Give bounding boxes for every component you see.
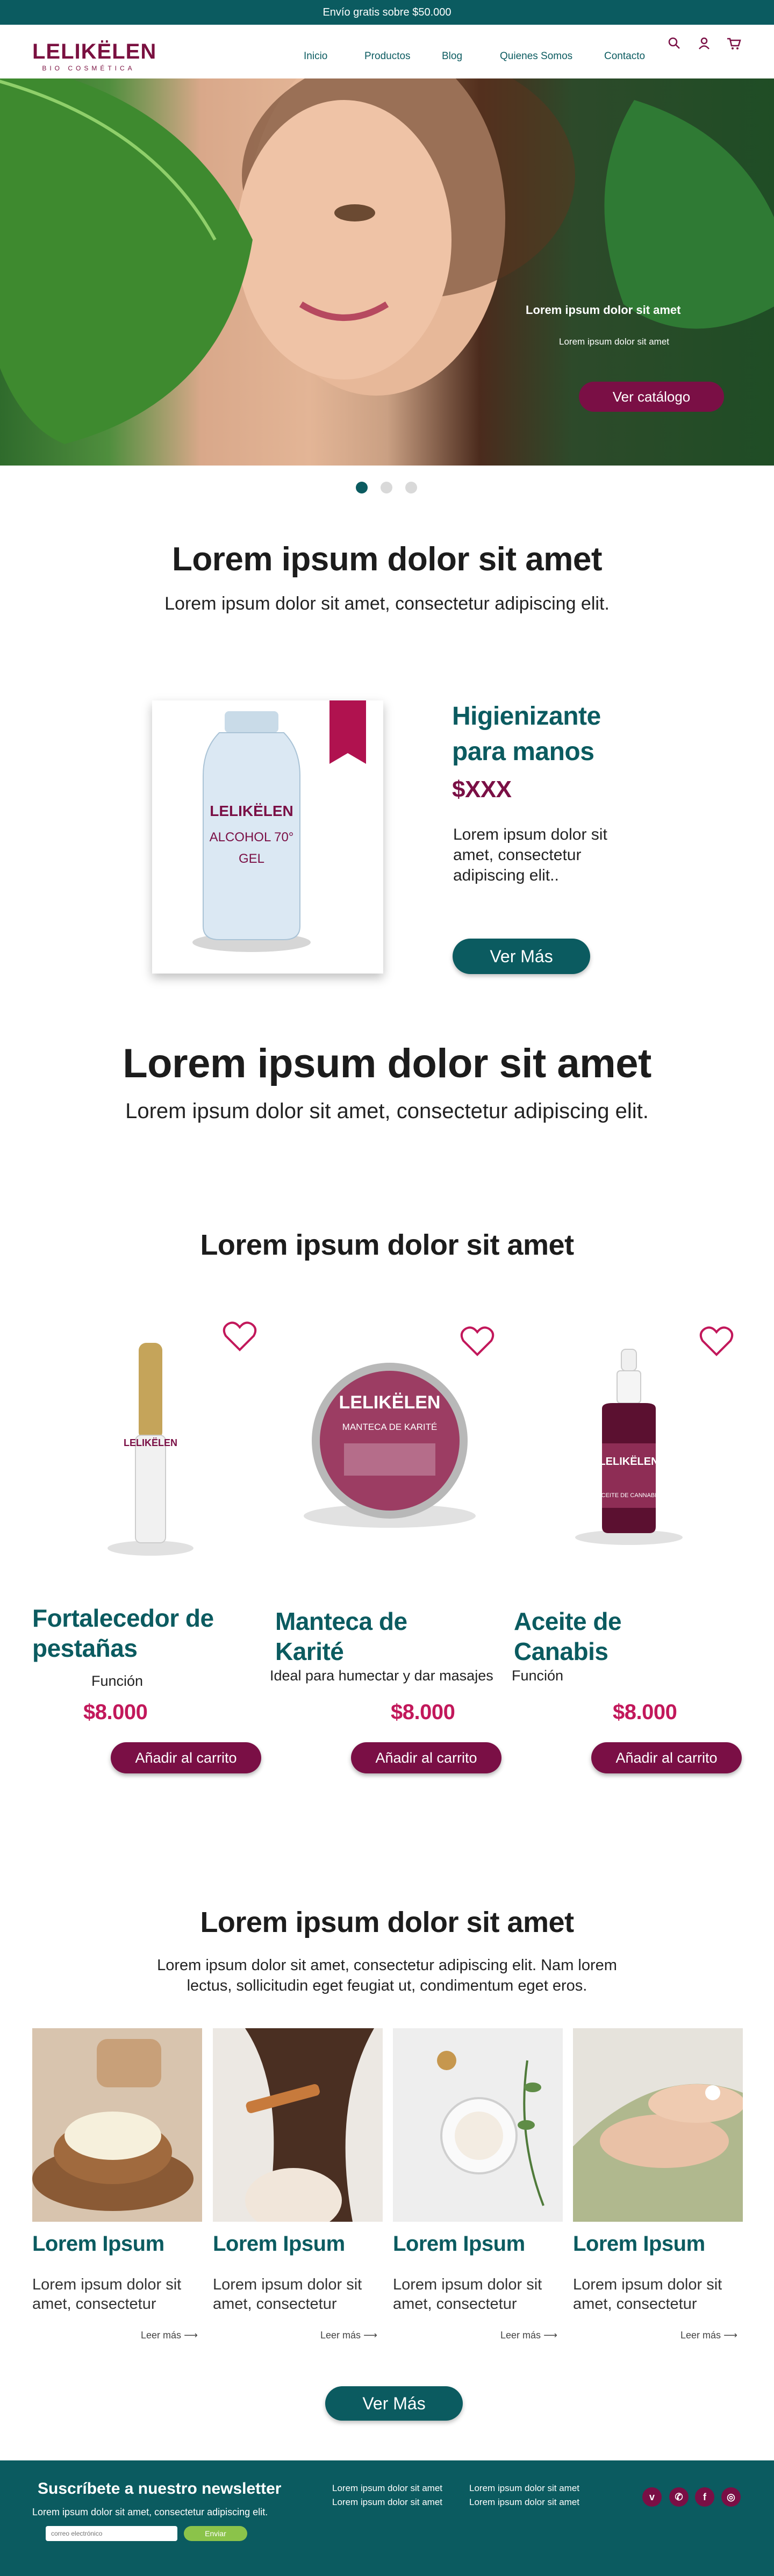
blog-post-title[interactable]: Lorem Ipsum bbox=[213, 2232, 345, 2256]
catalog-button[interactable]: Ver catálogo bbox=[579, 382, 724, 412]
read-more-link[interactable]: Leer más ⟶ bbox=[141, 2330, 198, 2341]
favorite-heart-icon[interactable] bbox=[460, 1326, 494, 1357]
shipping-text: Envío gratis sobre $50.000 bbox=[322, 6, 452, 18]
add-to-cart-button[interactable]: Añadir al carrito bbox=[351, 1742, 501, 1773]
products-title: Lorem ipsum dolor sit amet bbox=[200, 1229, 574, 1261]
footer-link[interactable]: Lorem ipsum dolor sit amet bbox=[332, 2497, 442, 2508]
product-label-lash: LELIKËLEN bbox=[124, 1437, 177, 1448]
footer-link[interactable]: Lorem ipsum dolor sit amet bbox=[332, 2483, 442, 2494]
logo[interactable]: LELIKËLEN BIO COSMÉTICA bbox=[32, 40, 157, 73]
product-desc: Ideal para humectar y dar masajes bbox=[270, 1668, 493, 1684]
favorite-heart-icon[interactable] bbox=[699, 1326, 734, 1357]
site-header: LELIKËLEN BIO COSMÉTICA Inicio Productos… bbox=[0, 25, 774, 78]
featured-more-button[interactable]: Ver Más bbox=[453, 939, 590, 974]
favorite-heart-icon[interactable] bbox=[223, 1321, 257, 1352]
product-price: $8.000 bbox=[613, 1700, 677, 1724]
site-footer: Suscríbete a nuestro newsletter Lorem ip… bbox=[0, 2460, 774, 2576]
shipping-banner: Envío gratis sobre $50.000 bbox=[0, 0, 774, 25]
blog-more-button[interactable]: Ver Más bbox=[325, 2386, 463, 2421]
search-icon[interactable] bbox=[666, 35, 683, 52]
blog-post-desc: Lorem ipsum dolor sit amet, consectetur bbox=[573, 2276, 722, 2313]
add-to-cart-button[interactable]: Añadir al carrito bbox=[111, 1742, 261, 1773]
section-text: Lorem ipsum dolor sit amet, consectetur … bbox=[125, 1099, 649, 1123]
read-more-link[interactable]: Leer más ⟶ bbox=[680, 2330, 737, 2341]
blog-post-desc: Lorem ipsum dolor sit amet, consectetur bbox=[213, 2276, 362, 2313]
hero-banner: Lorem ipsum dolor sit amet Lorem ipsum d… bbox=[0, 78, 774, 466]
product-title: Fortalecedor de pestañas bbox=[32, 1604, 214, 1662]
blog-image[interactable] bbox=[573, 2028, 743, 2222]
intro-title: Lorem ipsum dolor sit amet bbox=[171, 541, 603, 578]
newsletter-subtitle: Lorem ipsum dolor sit amet, consectetur … bbox=[32, 2507, 268, 2517]
newsletter-title: Suscríbete a nuestro newsletter bbox=[38, 2480, 282, 2498]
product-title: Manteca de Karité bbox=[275, 1607, 407, 1665]
add-to-cart-button[interactable]: Añadir al carrito bbox=[591, 1742, 742, 1773]
product-image-oil[interactable]: LELIKËLEN ACEITE DE CANNABIS bbox=[570, 1344, 688, 1548]
blog-text: Lorem ipsum dolor sit amet, consectetur … bbox=[157, 1957, 617, 1994]
hero-subtitle: Lorem ipsum dolor sit amet bbox=[559, 337, 670, 347]
product-label-shea-sub: MANTECA DE KARITÉ bbox=[342, 1422, 438, 1432]
intro-text: Lorem ipsum dolor sit amet, consectetur … bbox=[164, 593, 610, 614]
featured-description: Lorem ipsum dolor sit amet, consectetur … bbox=[453, 826, 607, 884]
carousel-dot-3[interactable] bbox=[405, 482, 417, 493]
product-title: Aceite de Canabis bbox=[514, 1607, 622, 1665]
featured-product-image[interactable]: LELIKËLEN ALCOHOL 70° GEL bbox=[152, 700, 383, 974]
blog-post-desc: Lorem ipsum dolor sit amet, consectetur bbox=[393, 2276, 542, 2313]
carousel-dot-2[interactable] bbox=[381, 482, 392, 493]
product-desc: Función bbox=[512, 1668, 564, 1684]
product-label-oil-sub: ACEITE DE CANNABIS bbox=[597, 1492, 660, 1499]
nav-inicio[interactable]: Inicio bbox=[304, 51, 327, 62]
hero-title: Lorem ipsum dolor sit amet bbox=[526, 303, 681, 317]
vimeo-icon[interactable]: v bbox=[642, 2487, 662, 2507]
product-label-oil: LELIKËLEN bbox=[599, 1455, 658, 1468]
nav-contacto[interactable]: Contacto bbox=[604, 51, 645, 62]
footer-link[interactable]: Lorem ipsum dolor sit amet bbox=[469, 2483, 579, 2494]
newsletter-email-input[interactable] bbox=[46, 2526, 177, 2541]
product-image-shea[interactable]: LELIKËLEN MANTECA DE KARITÉ bbox=[293, 1355, 486, 1532]
featured-label-brand: LELIKËLEN bbox=[210, 803, 293, 819]
logo-word: LELIKËLEN bbox=[32, 40, 157, 63]
product-image-lash[interactable]: LELIKËLEN bbox=[102, 1339, 199, 1559]
arrow-right-icon: ⟶ bbox=[723, 2330, 737, 2341]
blog-post-title[interactable]: Lorem Ipsum bbox=[32, 2232, 164, 2256]
blog-post-desc: Lorem ipsum dolor sit amet, consectetur bbox=[32, 2276, 182, 2313]
newsletter-send-button[interactable]: Enviar bbox=[184, 2526, 247, 2541]
nav-blog[interactable]: Blog bbox=[442, 51, 462, 62]
arrow-right-icon: ⟶ bbox=[363, 2330, 377, 2341]
nav-productos[interactable]: Productos bbox=[364, 51, 411, 62]
footer-link[interactable]: Lorem ipsum dolor sit amet bbox=[469, 2497, 579, 2508]
blog-post-title[interactable]: Lorem Ipsum bbox=[573, 2232, 705, 2256]
read-more-label: Leer más bbox=[680, 2330, 721, 2341]
read-more-label: Leer más bbox=[500, 2330, 541, 2341]
user-icon[interactable] bbox=[696, 35, 712, 52]
featured-label-line1: ALCOHOL 70° bbox=[210, 830, 294, 845]
featured-title: Higienizante para manos bbox=[452, 702, 601, 766]
carousel-dot-1[interactable] bbox=[356, 482, 368, 493]
product-price: $8.000 bbox=[391, 1700, 455, 1724]
instagram-icon[interactable]: ◎ bbox=[721, 2487, 741, 2507]
blog-image[interactable] bbox=[393, 2028, 563, 2222]
read-more-label: Leer más bbox=[320, 2330, 361, 2341]
product-desc: Función bbox=[91, 1673, 144, 1689]
whatsapp-icon[interactable]: ✆ bbox=[669, 2487, 689, 2507]
blog-post-title[interactable]: Lorem Ipsum bbox=[393, 2232, 525, 2256]
blog-image[interactable] bbox=[213, 2028, 383, 2222]
facebook-icon[interactable]: f bbox=[695, 2487, 714, 2507]
blog-image[interactable] bbox=[32, 2028, 202, 2222]
section-title: Lorem ipsum dolor sit amet bbox=[123, 1041, 651, 1086]
featured-label-line2: GEL bbox=[239, 851, 264, 866]
arrow-right-icon: ⟶ bbox=[184, 2330, 198, 2341]
product-price: $8.000 bbox=[83, 1700, 148, 1724]
cart-icon[interactable] bbox=[726, 35, 742, 52]
logo-subtitle: BIO COSMÉTICA bbox=[42, 65, 135, 72]
read-more-link[interactable]: Leer más ⟶ bbox=[500, 2330, 557, 2341]
featured-price: $XXX bbox=[452, 776, 512, 803]
blog-title: Lorem ipsum dolor sit amet bbox=[200, 1906, 574, 1938]
nav-quienes-somos[interactable]: Quienes Somos bbox=[500, 51, 572, 62]
arrow-right-icon: ⟶ bbox=[543, 2330, 557, 2341]
read-more-label: Leer más bbox=[141, 2330, 182, 2341]
read-more-link[interactable]: Leer más ⟶ bbox=[320, 2330, 377, 2341]
product-label-shea: LELIKËLEN bbox=[339, 1392, 441, 1413]
